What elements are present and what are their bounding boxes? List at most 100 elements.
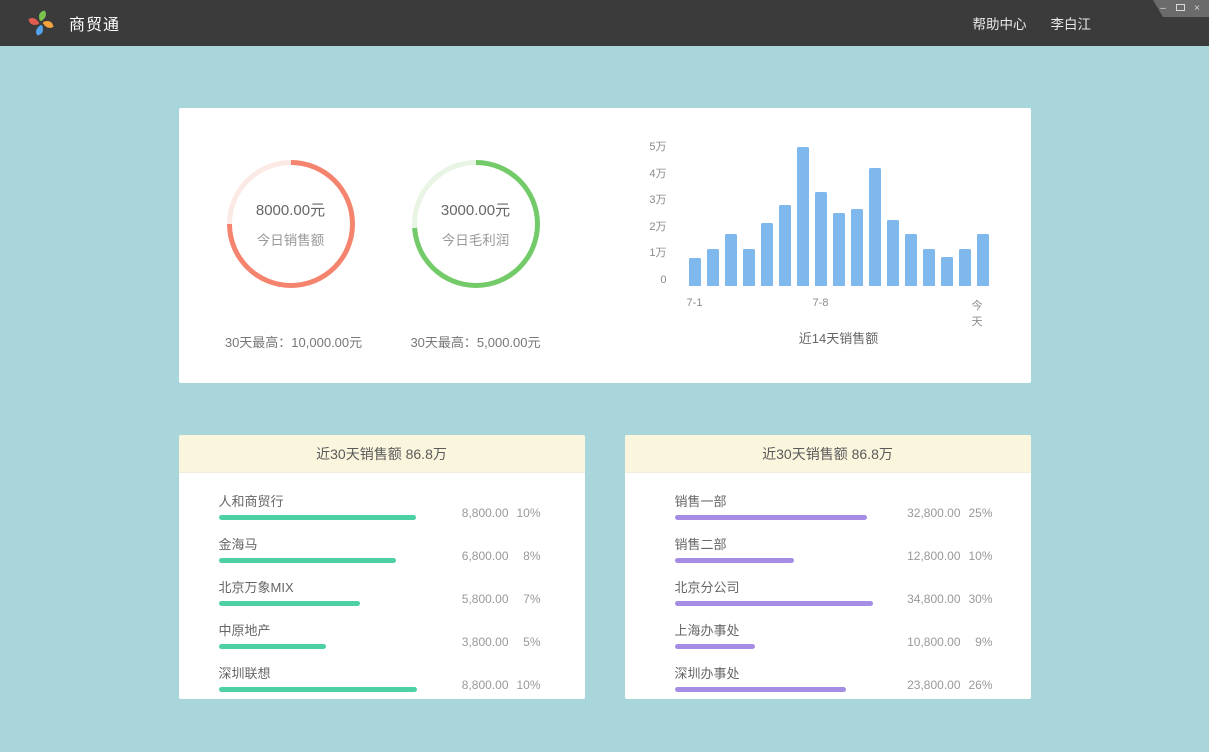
y-tick: 1万 [639,247,667,260]
row-value: 34,800.00 [881,593,961,606]
department-sales-panel: 近30天销售额 86.8万 销售一部32,800.0025% 销售二部12,800… [625,435,1031,699]
row-bar [675,687,846,692]
sales-bar [743,249,755,286]
row-value: 3,800.00 [429,636,509,649]
row-value: 6,800.00 [429,550,509,563]
row-bar [219,644,326,649]
window-controls: – × [1145,0,1209,17]
sales-row: 深圳办事处23,800.0026% [675,663,993,692]
row-percent: 5% [509,636,541,649]
customer-sales-rows: 人和商贸行8,800.0010%金海马6,800.008%北京万象MIX5,80… [179,473,585,692]
sales-bar [725,234,737,286]
titlebar-right: 帮助中心 李白江 [973,13,1092,33]
row-percent: 10% [509,507,541,520]
y-tick: 0 [639,274,667,287]
sales-row: 上海办事处10,800.009% [675,620,993,649]
sales-row: 中原地产3,800.005% [219,620,541,649]
customer-sales-panel: 近30天销售额 86.8万 人和商贸行8,800.0010%金海马6,800.0… [179,435,585,699]
row-value: 8,800.00 [429,507,509,520]
row-label: 北京万象MIX [219,577,429,596]
row-bar [219,558,396,563]
sales-bar [833,213,845,286]
sales-bar [905,234,917,286]
today-profit-donut: 3000.00元 今日毛利润 [412,160,540,288]
department-sales-rows: 销售一部32,800.0025% 销售二部12,800.0010% 北京分公司34,… [625,473,1031,692]
sales-row: 销售一部32,800.0025% [675,491,993,520]
sales-row: 深圳联想8,800.0010% [219,663,541,692]
row-value: 32,800.00 [881,507,961,520]
today-sales-label: 今日销售额 [257,229,325,249]
y-tick: 3万 [639,194,667,207]
row-label: 销售二部 [675,534,881,553]
sales-bar [761,223,773,286]
row-value: 12,800.00 [881,550,961,563]
row-label: 人和商贸行 [219,491,429,510]
bottom-panels: 近30天销售额 86.8万 人和商贸行8,800.0010%金海马6,800.0… [179,435,1031,699]
x-tick-first: 7-1 [687,297,703,309]
today-profit-value: 3000.00元 [441,199,510,220]
today-sales-value: 8000.00元 [256,199,325,220]
maximize-icon[interactable] [1175,4,1185,14]
row-value: 10,800.00 [881,636,961,649]
row-bar [675,601,873,606]
sales-row: 北京分公司34,800.0030% [675,577,993,606]
today-sales-donut-center: 8000.00元 今日销售额 [232,165,350,283]
sales-bar [941,257,953,286]
today-profit-label: 今日毛利润 [442,229,510,249]
y-tick: 2万 [639,221,667,234]
row-label: 深圳联想 [219,663,429,682]
customer-sales-panel-title: 近30天销售额 86.8万 [179,435,585,473]
sales-bar [887,220,899,286]
sales-row: 金海马6,800.008% [219,534,541,563]
minimize-icon[interactable]: – [1158,4,1168,14]
sales-bar [707,249,719,286]
row-label: 金海马 [219,534,429,553]
chart-caption: 近14天销售额 [689,328,989,347]
today-sales-donut: 8000.00元 今日销售额 [227,160,355,288]
row-percent: 9% [961,636,993,649]
row-label: 中原地产 [219,620,429,639]
row-percent: 26% [961,679,993,692]
row-label: 深圳办事处 [675,663,881,682]
help-center-link[interactable]: 帮助中心 [973,13,1027,33]
row-percent: 10% [961,550,993,563]
row-percent: 30% [961,593,993,606]
x-tick-last: 今天 [972,297,990,329]
row-percent: 10% [509,679,541,692]
app-title: 商贸通 [69,11,120,35]
row-value: 5,800.00 [429,593,509,606]
x-tick-middle: 7-8 [813,297,829,309]
pinwheel-logo-icon [27,9,55,37]
today-profit-30day-max: 30天最高：5,000.00元 [361,332,591,351]
sales-bar [851,209,863,286]
row-value: 23,800.00 [881,679,961,692]
today-profit-donut-center: 3000.00元 今日毛利润 [417,165,535,283]
y-tick: 5万 [639,141,667,154]
row-bar [219,515,416,520]
user-name-link[interactable]: 李白江 [1051,13,1092,33]
summary-card: 8000.00元 今日销售额 30天最高：10,000.00元 3000.00元… [179,108,1031,383]
y-tick: 4万 [639,168,667,181]
row-bar [675,558,794,563]
row-bar [219,687,417,692]
row-label: 销售一部 [675,491,881,510]
sales-bar [959,249,971,286]
department-sales-panel-title: 近30天销售额 86.8万 [625,435,1031,473]
row-label: 上海办事处 [675,620,881,639]
row-percent: 25% [961,507,993,520]
close-icon[interactable]: × [1192,4,1202,14]
sales-bar [869,168,881,286]
sales-bar [689,258,701,286]
sales-bar [797,147,809,286]
sales-bar [977,234,989,286]
sales-bar [779,205,791,286]
row-bar [675,515,867,520]
row-percent: 7% [509,593,541,606]
titlebar: 商贸通 帮助中心 李白江 – × [0,0,1209,46]
row-bar [675,644,755,649]
sales-bars [689,147,989,286]
row-percent: 8% [509,550,541,563]
row-bar [219,601,360,606]
sales-row: 销售二部12,800.0010% [675,534,993,563]
sales-14day-bar-chart: 5万 4万 3万 2万 1万 0 7-1 7-8 今天 近14天销售额 [639,108,999,368]
